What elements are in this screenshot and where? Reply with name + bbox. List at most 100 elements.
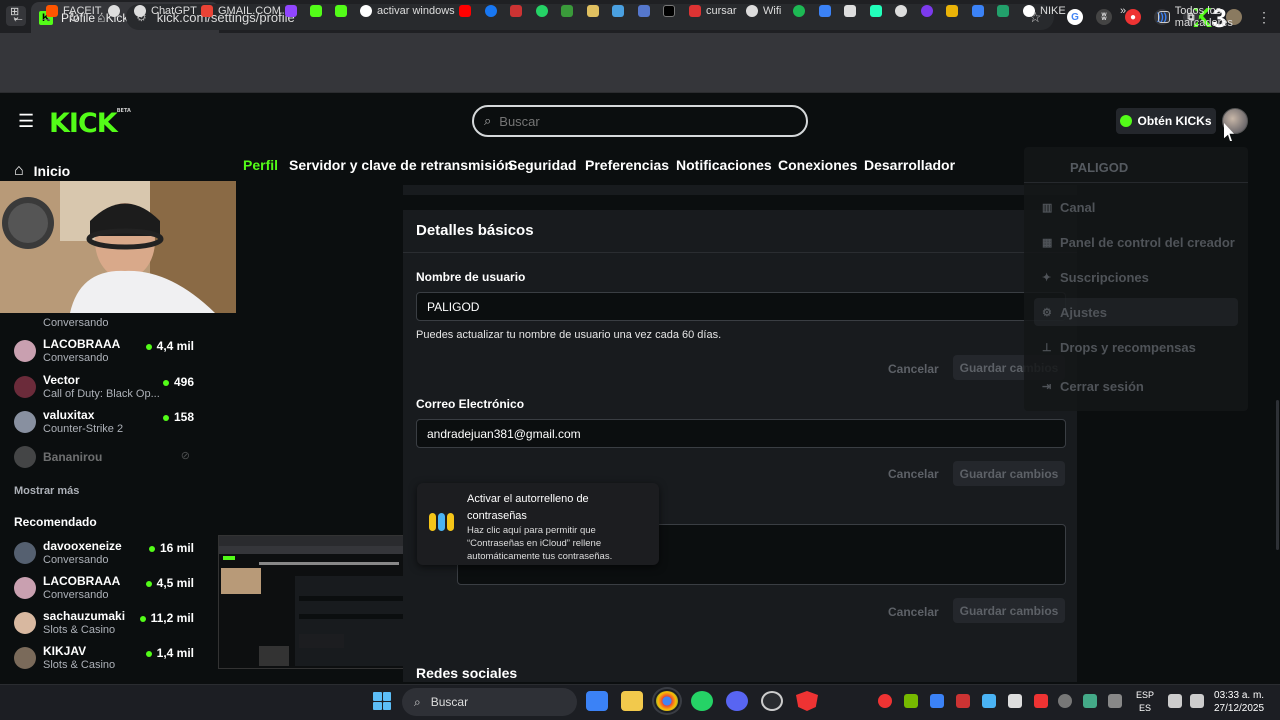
tray-icon[interactable] [1034,694,1048,708]
email-field[interactable]: andradejuan381@gmail.com [416,419,1066,448]
kicks-coin-icon [1120,115,1133,127]
keyboard-icon[interactable] [1108,694,1122,708]
icloud-icon[interactable] [982,694,996,708]
bluetooth-icon[interactable] [930,694,944,708]
bookmark-faceit[interactable]: FACEIT. [46,5,103,17]
discord-icon[interactable] [726,691,748,711]
tray-icon[interactable] [878,694,892,708]
network-icon[interactable] [1168,694,1182,708]
extension-icon[interactable]: ● [1125,9,1141,25]
extension-icon[interactable]: ʬ [1096,9,1112,25]
screen-capture-image [219,536,417,666]
microphone-icon[interactable] [1083,694,1097,708]
tab-preferencias[interactable]: Preferencias [585,157,669,173]
tray-icon[interactable] [956,694,970,708]
sidebar-home[interactable]: ⌂ Inicio [14,162,70,180]
channel-sub: Conversando [43,317,109,329]
bookmark-activar-windows[interactable]: activar windows [360,5,455,17]
bookmark-gmail[interactable]: GMAIL.COM [201,5,281,17]
file-explorer-icon[interactable] [621,691,643,711]
bookmark-icon[interactable] [921,5,938,17]
show-more-link[interactable]: Mostrar más [14,485,79,497]
bookmark-spotify-icon[interactable] [793,5,810,17]
tab-desarrollador[interactable]: Desarrollador [864,157,955,173]
apps-grid-icon[interactable]: ⊞ [10,5,19,18]
tab-seguridad[interactable]: Seguridad [508,157,576,173]
followed-channel-item[interactable]: valuxitax Counter-Strike 2 158 [14,408,194,435]
bookmark-icon[interactable] [819,5,836,17]
tab-perfil[interactable]: Perfil [243,157,278,173]
store-icon[interactable] [586,691,608,711]
save-button[interactable]: Guardar cambios [953,461,1065,486]
bookmark-icon[interactable] [510,5,527,17]
recommended-channel-item[interactable]: LACOBRAAA Conversando 4,5 mil [14,574,194,601]
bookmark-kick-icon[interactable] [335,5,352,17]
whatsapp-icon[interactable] [691,691,713,711]
bookmark-icon[interactable] [612,5,629,17]
password-autofill-popup[interactable]: Activar el autorrelleno de contraseñas H… [417,483,659,565]
all-bookmarks-folder[interactable]: Todos los marcadores [1158,5,1280,29]
username-field[interactable]: PALIGOD [416,292,1066,321]
bookmark-icon[interactable] [587,5,604,17]
dropdown-item-drops[interactable]: ⊥ Drops y recompensas [1042,340,1196,355]
get-kicks-button[interactable]: Obtén KICKs [1116,108,1216,134]
steam-tray-icon[interactable] [1058,694,1072,708]
taskbar-search[interactable]: ⌕ Buscar [402,688,577,716]
cancel-button[interactable]: Cancelar [888,362,939,376]
recommended-channel-item[interactable]: sachauzumaki Slots & Casino 11,2 mil [14,609,194,636]
language-indicator[interactable]: ESP ES [1136,689,1154,715]
search-box[interactable]: ⌕ [472,105,808,137]
bookmark-icon[interactable] [946,5,963,17]
cancel-button[interactable]: Cancelar [888,467,939,481]
dropdown-item-logout[interactable]: ⇥ Cerrar sesión [1042,379,1144,394]
steam-icon[interactable] [761,691,783,711]
bookmark-kick-icon[interactable] [310,5,327,17]
chrome-icon[interactable] [652,687,682,715]
tab-servidor-clave[interactable]: Servidor y clave de retransmisión [289,157,513,173]
page-scrollbar[interactable] [1276,400,1279,550]
volume-icon[interactable] [1190,694,1204,708]
bookmark-youtube-icon[interactable] [459,5,476,17]
followed-channel-item[interactable]: Vector Call of Duty: Black Op... 496 [14,373,194,400]
bookmark-cursar[interactable]: cursar [689,5,737,17]
bookmark-x-icon[interactable] [663,5,680,17]
cancel-button[interactable]: Cancelar [888,605,939,619]
bookmark-icon[interactable] [561,5,578,17]
dropdown-username: PALIGOD [1070,160,1129,175]
bookmark-facebook-icon[interactable] [485,5,502,17]
bookmark-icon[interactable] [108,5,125,17]
bookmark-whatsapp-icon[interactable] [536,5,553,17]
dropdown-item-creator-dashboard[interactable]: ▦ Panel de control del creador [1042,235,1235,250]
kick-logo[interactable]: KICKBETA [49,108,131,139]
dropdown-item-canal[interactable]: ▥ Canal [1042,200,1095,215]
bookmark-wifi[interactable]: Wifi [746,5,781,17]
recommended-channel-item[interactable]: KIKJAV Slots & Casino 1,4 mil [14,644,194,671]
bookmark-icon[interactable] [844,5,861,17]
bookmark-drive-icon[interactable] [997,5,1014,17]
google-extension-icon[interactable]: G [1067,9,1083,25]
bookmark-icon[interactable] [972,5,989,17]
followed-channel-item[interactable]: Conversando [14,313,194,329]
save-button[interactable]: Guardar cambios [953,598,1065,623]
bookmark-nike[interactable]: NIKE [1023,5,1066,17]
bookmark-chatgpt[interactable]: ChatGPT [134,5,197,17]
system-clock[interactable]: 03:33 a. m. 27/12/2025 [1214,689,1264,715]
followed-channel-item[interactable]: LACOBRAAA Conversando 4,4 mil [14,337,194,364]
dropdown-item-settings[interactable]: ⚙ Ajustes [1042,305,1107,320]
tray-icon[interactable] [1008,694,1022,708]
tab-notificaciones[interactable]: Notificaciones [676,157,772,173]
menu-hamburger-icon[interactable]: ☰ [18,112,34,130]
bookmark-icon[interactable] [638,5,655,17]
bookmark-icon[interactable] [870,5,887,17]
avatar [14,339,36,362]
dropdown-item-subscriptions[interactable]: ✦ Suscripciones [1042,270,1149,285]
nvidia-icon[interactable] [904,694,918,708]
tab-conexiones[interactable]: Conexiones [778,157,857,173]
search-input[interactable] [499,113,780,129]
more-bookmarks-icon[interactable]: » [1120,5,1126,17]
recommended-channel-item[interactable]: davooxeneize Conversando 16 mil [14,539,194,566]
bookmark-twitch-icon[interactable] [285,5,302,17]
bookmark-icon[interactable] [895,5,912,17]
followed-channel-item-offline[interactable]: Bananirou ⊘ [14,446,194,468]
windows-start-icon[interactable] [373,692,391,710]
